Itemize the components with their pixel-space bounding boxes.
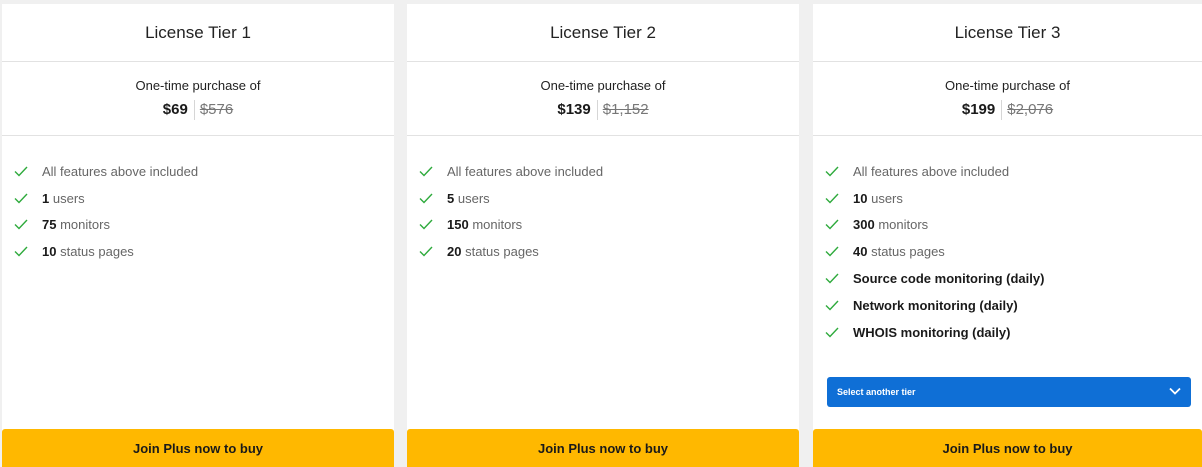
original-price: $2,076 [1007,101,1054,118]
feature-list: All features above included 5 users 150 … [407,136,799,265]
current-price: $139 [557,101,591,118]
feature-item: 20 status pages [419,238,799,265]
pricing-card-tier-3: License Tier 3 One-time purchase of $199… [813,4,1202,467]
feature-text: All features above included [853,163,1010,179]
original-price: $1,152 [602,101,649,118]
feature-text: users [457,190,490,206]
feature-item: 75 monitors [14,212,394,239]
join-plus-button[interactable]: Join Plus now to buy [2,429,394,467]
card-title: License Tier 1 [2,4,394,62]
check-icon [419,246,447,257]
feature-text: status pages [871,244,945,260]
price-block: One-time purchase of $139 $1,152 [407,62,799,136]
price-row: $139 $1,152 [407,100,799,120]
feature-text: monitors [60,217,110,233]
feature-text: monitors [472,217,523,233]
feature-text: Network monitoring (daily) [853,297,1018,313]
check-icon [419,193,447,204]
current-price: $199 [961,101,996,118]
feature-item: 10 status pages [14,238,394,265]
feature-item: 1 users [14,185,394,212]
current-price: $69 [162,101,188,118]
pricing-card-tier-1: License Tier 1 One-time purchase of $69 … [2,4,394,467]
feature-text: users [871,190,903,206]
feature-item: WHOIS monitoring (daily) [825,319,1202,346]
feature-value: 75 [42,217,57,233]
feature-item: 150 monitors [419,212,799,239]
feature-text: WHOIS monitoring (daily) [853,324,1011,340]
feature-item: All features above included [825,158,1202,185]
feature-value: 20 [447,244,462,260]
check-icon [419,219,447,230]
feature-item: Network monitoring (daily) [825,292,1202,319]
feature-value: 10 [42,244,57,260]
price-row: $199 $2,076 [813,100,1202,120]
check-icon [825,219,853,230]
check-icon [419,166,447,177]
feature-item: 300 monitors [825,212,1202,239]
check-icon [14,193,42,204]
feature-value: 300 [853,217,875,233]
feature-item: 5 users [419,185,799,212]
check-icon [825,246,853,257]
feature-text: status pages [60,244,134,260]
join-plus-button[interactable]: Join Plus now to buy [407,429,799,467]
price-block: One-time purchase of $199 $2,076 [813,62,1202,136]
feature-text: monitors [878,217,929,233]
feature-item: 10 users [825,185,1202,212]
check-icon [825,327,853,338]
tier-select-label: Select another tier [837,387,916,397]
check-icon [14,166,42,177]
price-row: $69 $576 [2,100,394,120]
feature-value: 150 [447,217,469,233]
feature-text: status pages [465,244,539,260]
check-icon [14,246,42,257]
check-icon [825,166,853,177]
feature-value: 10 [853,190,868,206]
card-title: License Tier 2 [407,4,799,62]
feature-text: All features above included [42,163,199,179]
check-icon [825,300,853,311]
feature-text: Source code monitoring (daily) [853,271,1045,287]
price-caption: One-time purchase of [944,78,1070,93]
feature-text: All features above included [447,163,604,179]
feature-value: 5 [447,190,455,206]
feature-value: 1 [42,190,50,206]
pricing-card-tier-2: License Tier 2 One-time purchase of $139… [407,4,799,467]
price-block: One-time purchase of $69 $576 [2,62,394,136]
check-icon [825,193,853,204]
chevron-down-icon [1169,387,1181,397]
feature-item: Source code monitoring (daily) [825,265,1202,292]
feature-text: users [52,190,85,206]
feature-list: All features above included 1 users 75 m… [2,136,394,265]
price-caption: One-time purchase of [135,78,261,93]
check-icon [825,273,853,284]
feature-value: 40 [853,244,868,260]
join-plus-button[interactable]: Join Plus now to buy [813,429,1202,467]
tier-select-dropdown[interactable]: Select another tier [827,377,1191,407]
feature-item: All features above included [14,158,394,185]
feature-list: All features above included 10 users 300… [813,136,1202,346]
check-icon [14,219,42,230]
feature-item: All features above included [419,158,799,185]
card-title: License Tier 3 [813,4,1202,62]
price-caption: One-time purchase of [540,78,666,93]
original-price: $576 [199,101,234,118]
feature-item: 40 status pages [825,238,1202,265]
